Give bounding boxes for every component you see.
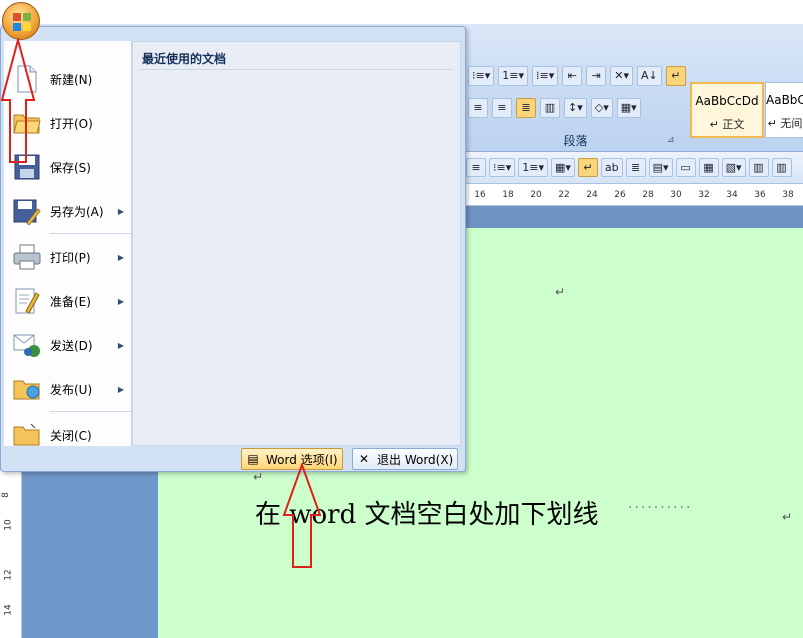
paragraph-mark: ↵ (253, 470, 264, 484)
dialog-launcher-icon[interactable]: ⊿ (667, 135, 675, 145)
menu-footer: ▤ Word 选项(I) ✕ 退出 Word(X) (4, 446, 464, 470)
menu-item-save-as[interactable]: 另存为(A) ▶ (4, 189, 132, 233)
vruler-number: 14 (3, 604, 14, 616)
exit-word-button[interactable]: ✕ 退出 Word(X) (352, 448, 459, 470)
office-logo-icon (13, 13, 31, 31)
center-align-button[interactable]: ≡ (468, 98, 488, 118)
menu-separator (50, 233, 132, 234)
toolbar-button[interactable]: ≡ (466, 158, 486, 177)
submenu-arrow-icon: ▶ (117, 384, 124, 394)
submenu-arrow-icon: ▶ (117, 206, 124, 216)
annotation-arrow-up-icon (282, 463, 322, 568)
right-align-button[interactable]: ≡ (492, 98, 512, 118)
ruler-number: 34 (726, 190, 738, 200)
recent-documents-pane: 最近使用的文档 (132, 41, 461, 446)
submenu-arrow-icon: ▶ (117, 340, 124, 350)
ruler-number: 18 (502, 190, 514, 200)
submenu-arrow-icon: ▶ (117, 296, 124, 306)
publish-icon (12, 374, 42, 404)
menu-item-prepare[interactable]: 准备(E) ▶ (4, 279, 132, 323)
menu-item-label: 新建(N) (50, 72, 93, 87)
menu-separator (50, 411, 132, 412)
paragraph-mark: ↵ (782, 510, 793, 524)
ruler-number: 38 (782, 190, 794, 200)
borders-button[interactable]: ▦▾ (616, 98, 641, 118)
menu-item-publish[interactable]: 发布(U) ▶ (4, 367, 132, 411)
ruler-number: 22 (558, 190, 570, 200)
ruler-number: 36 (754, 190, 766, 200)
style-name: ↵ 正文 (709, 118, 745, 131)
show-marks-button[interactable]: ↵ (665, 66, 686, 86)
ruler-number: 24 (586, 190, 598, 200)
ruler-number: 32 (698, 190, 710, 200)
office-button[interactable] (2, 2, 40, 40)
menu-item-label: 发布(U) (50, 382, 93, 397)
ruler-number: 30 (670, 190, 682, 200)
ruler-number: 20 (530, 190, 542, 200)
vruler-number: 10 (3, 519, 14, 531)
toolbar-button[interactable]: ▥ (771, 158, 792, 177)
multilevel-list-button[interactable]: ⁞≡▾ (532, 66, 559, 86)
underline-dots: ·········· (628, 500, 693, 516)
toolbar-show-marks-button[interactable]: ↵ (577, 158, 598, 177)
style-no-spacing[interactable]: AaBbC ↵ 无间 (765, 82, 803, 138)
paragraph-row-2: ≡ ≡ ≣ ▥ ↕▾ ◇▾ ▦▾ (468, 98, 641, 118)
save-as-icon (12, 196, 42, 226)
style-normal[interactable]: AaBbCcDd ↵ 正文 (690, 82, 764, 138)
increase-indent-button[interactable]: ⇥ (586, 66, 607, 86)
style-sample: AaBbCcDd (695, 94, 759, 108)
office-menu: 新建(N) 打开(O) 保存(S) 另存为(A) ▶ 打印(P) ▶ 准备(E)… (0, 26, 466, 472)
ruler-number: 28 (642, 190, 654, 200)
prepare-document-icon (12, 286, 42, 316)
options-icon: ▤ (247, 452, 259, 466)
submenu-arrow-icon: ▶ (117, 252, 124, 262)
recent-documents-title: 最近使用的文档 (142, 52, 227, 66)
toolbar-button[interactable]: ▭ (675, 158, 696, 177)
ruler-number: 26 (614, 190, 626, 200)
exit-word-label: 退出 Word(X) (377, 452, 454, 467)
menu-item-send[interactable]: 发送(D) ▶ (4, 323, 132, 367)
style-sample: AaBbC (766, 93, 803, 107)
style-name: ↵ 无间 (767, 117, 803, 130)
sort-button[interactable]: A↓ (637, 66, 662, 86)
numbering-button[interactable]: 1≡▾ (498, 66, 528, 86)
printer-icon (12, 242, 42, 272)
asian-layout-button[interactable]: ✕▾ (610, 66, 633, 86)
decrease-indent-button[interactable]: ⇤ (562, 66, 583, 86)
distributed-button[interactable]: ▥ (540, 98, 560, 118)
send-icon (12, 330, 42, 360)
paragraph-mark: ↵ (555, 285, 566, 299)
toolbar-button[interactable]: ▥ (748, 158, 769, 177)
toolbar-button[interactable]: ▤▾ (648, 158, 673, 177)
toolbar-button[interactable]: ≣ (625, 158, 646, 177)
menu-item-label: 打开(O) (50, 116, 93, 131)
close-icon: ✕ (358, 452, 370, 466)
toolbar-button[interactable]: ▦ (698, 158, 719, 177)
menu-item-label: 打印(P) (50, 250, 91, 265)
justify-button[interactable]: ≣ (516, 98, 536, 118)
recent-divider (139, 69, 454, 70)
paragraph-group-label: 段落 (563, 134, 588, 148)
menu-item-print[interactable]: 打印(P) ▶ (4, 235, 132, 279)
menu-item-label: 准备(E) (50, 294, 91, 309)
toolbar-button[interactable]: ab (600, 158, 623, 177)
toolbar-button[interactable]: 1≡▾ (518, 158, 548, 177)
menu-item-label: 保存(S) (50, 160, 91, 175)
menu-item-label: 另存为(A) (50, 204, 104, 219)
ruler-number: 16 (474, 190, 486, 200)
bullets-button[interactable]: ⁝≡▾ (468, 66, 495, 86)
shading-button[interactable]: ◇▾ (590, 98, 613, 118)
paragraph-row-1: ⁝≡▾ 1≡▾ ⁞≡▾ ⇤ ⇥ ✕▾ A↓ ↵ (468, 66, 686, 86)
annotation-arrow-up-icon (0, 38, 36, 163)
vruler-number: 12 (3, 569, 14, 581)
menu-item-label: 发送(D) (50, 338, 93, 353)
toolbar-button[interactable]: ▦▾ (551, 158, 575, 177)
menu-item-label: 关闭(C) (50, 428, 92, 443)
line-spacing-button[interactable]: ↕▾ (564, 98, 587, 118)
vertical-ruler[interactable]: 8 10 12 14 (0, 470, 22, 638)
toolbar-button[interactable]: ⁝≡▾ (489, 158, 516, 177)
vruler-number: 8 (0, 492, 11, 498)
toolbar-button[interactable]: ▧▾ (721, 158, 746, 177)
title-bar (0, 0, 803, 24)
